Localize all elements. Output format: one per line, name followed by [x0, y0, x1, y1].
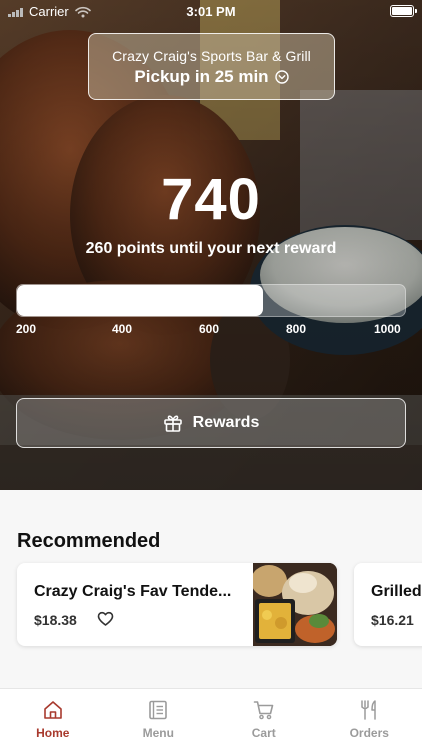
tab-cart[interactable]: Cart: [211, 689, 317, 750]
chevron-down-circle-icon: [274, 70, 289, 84]
tick-label: 600: [199, 322, 220, 336]
tick-label: 800: [286, 322, 307, 336]
progress-ticks: 200 400 600 800 1000: [16, 322, 406, 338]
item-price: $16.21: [371, 612, 414, 628]
pickup-time: Pickup in 25 min: [134, 67, 269, 86]
tab-menu[interactable]: Menu: [106, 689, 212, 750]
tick-label: 200: [16, 322, 37, 336]
points-until-reward: 260 points until your next reward: [85, 240, 337, 257]
menu-icon: [149, 700, 168, 720]
heart-icon[interactable]: [97, 611, 114, 627]
rewards-button-label: Rewards: [192, 414, 260, 431]
tab-label: Home: [36, 726, 70, 740]
points-progress-fill: [17, 285, 264, 316]
battery-icon: [390, 5, 417, 17]
tab-label: Cart: [251, 726, 276, 740]
tab-label: Orders: [349, 726, 389, 740]
status-time: 3:01 PM: [186, 4, 236, 19]
recommended-item-card[interactable]: Crazy Craig's Fav Tende... $18.38: [17, 563, 337, 646]
store-selector[interactable]: Crazy Craig's Sports Bar & Grill Pickup …: [88, 33, 335, 100]
points-balance: 740: [161, 167, 261, 232]
tick-label: 1000: [374, 322, 401, 336]
cart-icon: [253, 701, 274, 720]
store-name: Crazy Craig's Sports Bar & Grill: [112, 48, 311, 64]
item-photo: [253, 563, 337, 646]
item-price: $18.38: [34, 612, 77, 628]
pickup-row: Pickup in 25 min: [89, 67, 334, 87]
item-name: Crazy Craig's Fav Tende...: [34, 583, 232, 600]
rewards-button[interactable]: Rewards: [16, 398, 406, 448]
home-icon: [43, 701, 62, 719]
rewards-hero: Carrier 3:01 PM Crazy Craig's Sports Bar…: [0, 0, 422, 490]
orders-icon: [361, 700, 376, 720]
tab-bar: Home Menu Cart Orders: [0, 688, 422, 750]
recommended-item-card[interactable]: Grilled $16.21: [354, 563, 422, 646]
recommended-title: Recommended: [17, 530, 161, 552]
points-progress-bar: [16, 284, 406, 317]
tab-orders[interactable]: Orders: [317, 689, 422, 750]
tick-label: 400: [112, 322, 133, 336]
tab-label: Menu: [142, 726, 174, 740]
tab-home[interactable]: Home: [0, 689, 106, 750]
gift-icon: [163, 415, 182, 432]
item-name: Grilled: [371, 583, 422, 600]
app-screen: Carrier 3:01 PM Crazy Craig's Sports Bar…: [0, 0, 422, 750]
status-bar: Carrier 3:01 PM: [0, 0, 422, 22]
